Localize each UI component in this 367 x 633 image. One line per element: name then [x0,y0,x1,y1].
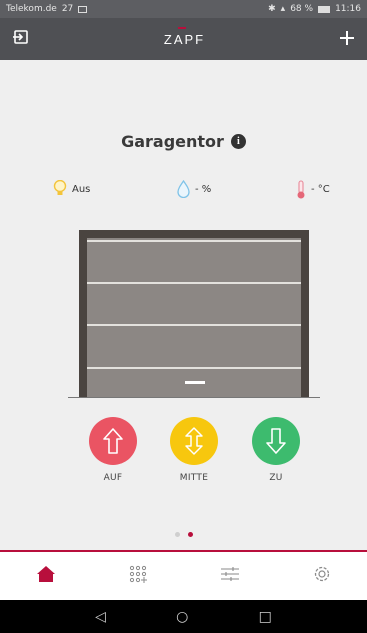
sensor-humidity-value: - % [195,183,212,195]
sensor-humidity: - % [177,180,211,198]
carrier-extra: 27 [61,4,74,14]
clock: 11:16 [335,4,361,14]
app-bar: ZAPF [0,18,367,60]
door-handle [185,381,205,384]
door-floor-line [68,397,320,398]
signal-icon: ▴ [280,4,286,14]
arrow-down-icon [266,428,286,454]
logout-icon[interactable] [12,28,30,50]
image-icon [78,5,88,13]
status-left: Telekom.de 27 [6,4,88,14]
carrier-name: Telekom.de [6,4,57,14]
battery-icon [318,5,331,13]
plus-icon [339,30,354,45]
door-slat [87,367,301,369]
page-title: Garagentor [121,132,224,151]
garage-door-illustration [79,230,309,398]
drop-icon [177,180,190,198]
tab-devices[interactable] [129,565,148,587]
page-dot-active[interactable] [187,532,193,537]
logo-accent [177,26,186,29]
system-navigation-bar: ◁ ○ □ [0,600,367,633]
arrow-up-icon [103,428,123,454]
bulb-icon [53,180,67,195]
sliders-icon [220,567,239,581]
status-bar: Telekom.de 27 ✱ ▴ 68 % 11:16 [0,0,367,18]
info-icon[interactable]: i [230,134,246,149]
thermometer-icon [297,180,305,199]
page-dot[interactable] [174,532,180,537]
open-label: AUF [103,473,123,483]
home-icon [37,566,56,582]
close-button[interactable] [252,417,300,465]
tab-settings[interactable] [313,565,331,587]
arrow-updown-icon [185,427,203,455]
status-right: ✱ ▴ 68 % 11:16 [268,4,361,14]
tab-controls[interactable] [220,566,240,586]
bottom-tab-bar [0,550,367,600]
open-button[interactable] [89,417,137,465]
tab-home[interactable] [36,565,56,587]
gear-icon [314,566,329,582]
middle-label: MITTE [179,473,209,483]
add-button[interactable] [339,27,355,52]
door-slat [87,324,301,326]
close-label: ZU [269,473,283,483]
middle-button[interactable] [170,417,218,465]
garage-door-panel [87,238,301,398]
back-button[interactable]: ◁ [95,609,106,625]
door-slat [87,240,301,242]
main-content: Garagentor i Aus - % - °C AUF MITTE ZU [0,60,367,550]
recent-apps-button[interactable]: □ [259,609,272,625]
bluetooth-icon: ✱ [268,4,276,14]
zapf-logo: ZAPF [163,26,206,47]
sensor-temperature-value: - °C [311,184,330,195]
sensor-temperature: - °C [296,180,330,199]
home-button[interactable]: ○ [176,609,188,625]
sensor-light: Aus [53,180,90,198]
control-middle: MITTE [169,417,219,483]
door-slat [87,282,301,284]
control-close: ZU [251,417,301,483]
device-title-row: Garagentor i [0,132,367,151]
grid-icon [130,565,148,583]
logo-text: ZAPF [163,31,206,47]
signal-strength: 68 % [290,4,314,14]
control-open: AUF [88,417,138,483]
page-indicator [0,532,367,537]
sensor-light-value: Aus [72,183,91,195]
